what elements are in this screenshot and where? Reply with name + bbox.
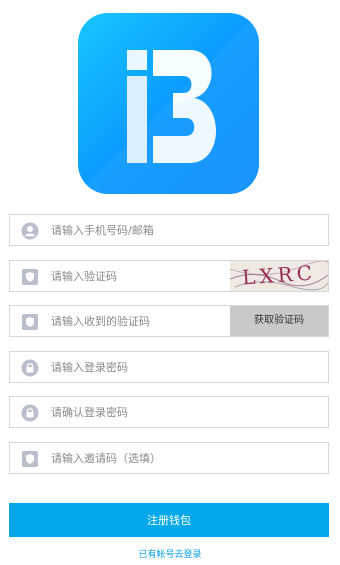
login-link[interactable]: 已有帐号去登录 xyxy=(0,547,340,560)
captcha-field: LXRC xyxy=(9,260,329,292)
get-code-button[interactable]: 获取验证码 xyxy=(230,306,328,336)
shield-icon xyxy=(22,269,38,285)
phone-email-field xyxy=(9,214,329,246)
register-wallet-button[interactable]: 注册钱包 xyxy=(9,503,329,537)
shield-icon xyxy=(22,314,38,330)
sms-code-field: 获取验证码 xyxy=(9,305,329,337)
ib-logo-icon xyxy=(78,13,259,194)
app-logo xyxy=(78,13,259,194)
user-icon xyxy=(21,222,39,240)
captcha-image[interactable]: LXRC xyxy=(230,261,328,291)
sms-code-input[interactable] xyxy=(51,306,196,336)
password-input[interactable] xyxy=(51,352,196,382)
lock-icon xyxy=(21,404,39,422)
invite-code-input[interactable] xyxy=(51,443,196,473)
confirm-password-input[interactable] xyxy=(51,397,196,427)
invite-code-field xyxy=(9,442,329,474)
password-field xyxy=(9,351,329,383)
lock-icon xyxy=(21,359,39,377)
confirm-password-field xyxy=(9,396,329,428)
shield-icon xyxy=(22,451,38,467)
phone-email-input[interactable] xyxy=(51,215,196,245)
captcha-input[interactable] xyxy=(51,261,196,291)
